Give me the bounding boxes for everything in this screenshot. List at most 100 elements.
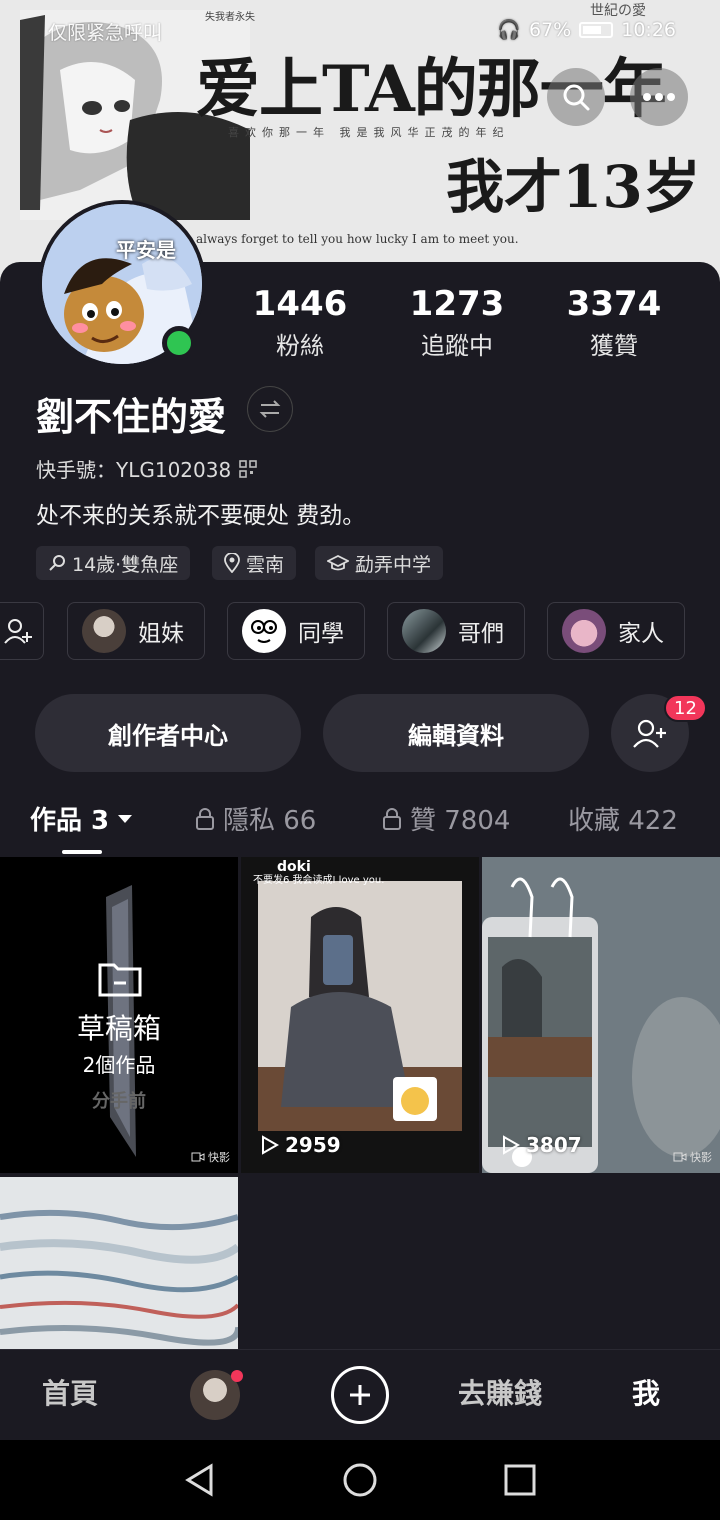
likes-stat[interactable]: 3374 獲贊 [554,284,674,361]
kuaishou-id-text: 快手號：YLG102038 [36,458,232,482]
clock: 10:26 [621,18,676,41]
play-icon [262,1135,279,1155]
cover-subline: 喜欢你那一年 我是我风华正茂的年纪 [228,126,510,139]
group-chip-sisters[interactable]: 姐妹 [67,602,205,660]
creator-center-button[interactable]: 創作者中心 [35,694,301,772]
recents-square-icon[interactable] [504,1464,536,1496]
home-circle-icon[interactable] [342,1462,378,1498]
battery-percent: 67% [529,18,572,41]
profile-name: 劉不住的愛 [36,395,227,439]
group-label: 姐妹 [138,621,184,647]
create-post-button[interactable] [331,1366,389,1424]
tag-location[interactable]: 雲南 [212,546,297,580]
swap-arrows-icon [259,400,281,418]
qr-code-icon [239,459,258,478]
tag-age-zodiac-label: 14歲·雙魚座 [72,553,179,576]
play-icon [503,1135,520,1155]
group-avatar [562,609,606,653]
following-stat[interactable]: 1273 追蹤中 [397,284,517,361]
kuaishou-id[interactable]: 快手號：YLG102038 [36,454,258,483]
avatar-caption: 平安是 [116,238,176,262]
video-camera-icon [673,1152,687,1162]
group-chip-family[interactable]: 家人 [547,602,685,660]
headphone-icon: 🎧 [497,19,521,41]
gender-icon [49,555,65,571]
video-post-3[interactable] [0,1177,238,1349]
post-3-thumbnail [0,1177,238,1349]
tag-age-zodiac[interactable]: 14歲·雙魚座 [36,546,191,580]
kuaiying-watermark: 快影 [673,1149,712,1165]
tag-location-label: 雲南 [246,553,285,576]
post-2-thumbnail [482,857,720,1173]
group-avatar [82,609,126,653]
group-label: 哥們 [458,621,504,647]
tag-school[interactable]: 勐弄中学 [315,546,444,580]
location-pin-icon [224,553,240,573]
post-2-view-count: 3807 [502,1133,582,1157]
followers-stat[interactable]: 1446 粉絲 [240,284,360,361]
video-post-1[interactable]: doki 不要发6 我会读成I love you. 2959 [241,857,479,1173]
carrier-text: 仅限紧急呼叫 [48,22,163,44]
add-person-icon [4,619,32,644]
switch-account-button[interactable] [247,386,293,432]
back-icon[interactable] [183,1463,217,1497]
bio-text: 处不来的关系就不要硬处 费劲。 [36,503,366,529]
watermark-text: 快影 [208,1151,230,1164]
battery-icon [579,21,614,38]
cover-motto: always forget to tell you how lucky I am… [196,232,519,246]
post-1-overlay-caption: 不要发6 我会读成I love you. [253,875,385,886]
group-label: 家人 [618,621,664,647]
more-button[interactable] [630,68,688,126]
online-status-dot [162,326,196,360]
drafts-box[interactable]: 草稿箱 2個作品 分手前 快影 [0,857,238,1173]
drafts-title: 草稿箱 [76,1012,161,1045]
edit-profile-button[interactable]: 編輯資料 [323,694,589,772]
post-2-views: 3807 [526,1133,582,1157]
tab-private[interactable]: 隱私 66 [195,800,316,837]
likes-count: 3374 [566,284,662,324]
video-camera-icon [191,1152,205,1162]
tab-works-label: 作品 3 [30,806,110,836]
tab-liked[interactable]: 贊 7804 [382,800,510,837]
status-bar: 仅限紧急呼叫 🎧 67% 10:26 [0,0,720,56]
nav-me[interactable]: 我 [632,1372,660,1412]
drafts-count: 2個作品 [82,1053,156,1077]
graduation-cap-icon [327,554,349,571]
group-label: 同學 [298,621,344,647]
add-friend-icon [633,719,666,748]
tab-works[interactable]: 作品 3 [30,800,133,837]
nav-earn[interactable]: 去賺錢 [458,1372,542,1412]
nav-home[interactable]: 首頁 [42,1372,98,1412]
group-avatar [402,609,446,653]
tab-favorites[interactable]: 收藏 422 [568,800,678,837]
tag-school-label: 勐弄中学 [355,553,432,576]
folder-icon [98,963,142,997]
group-avatar [242,609,286,653]
followers-count: 1446 [252,284,348,324]
kuaiying-watermark: 快影 [191,1149,230,1165]
plus-icon [350,1385,370,1405]
post-1-thumbnail [241,857,479,1173]
post-1-views: 2959 [285,1133,341,1157]
tab-liked-label: 贊 7804 [410,806,511,836]
watermark-text: 快影 [690,1151,712,1164]
friend-request-badge: 12 [664,694,707,722]
drafts-caption: 分手前 [92,1091,146,1112]
search-button[interactable] [547,68,605,126]
group-chip-brothers[interactable]: 哥們 [387,602,525,660]
chevron-down-icon [118,814,133,823]
system-navigation-bar [0,1440,720,1520]
tab-favorites-label: 收藏 422 [568,806,678,836]
following-count: 1273 [409,284,505,324]
tab-private-label: 隱私 66 [223,806,317,836]
post-1-view-count: 2959 [261,1133,341,1157]
group-chip-classmates[interactable]: 同學 [227,602,365,660]
likes-label: 獲贊 [590,332,638,360]
lock-icon [196,807,214,830]
followers-label: 粉絲 [276,332,324,360]
more-dots-icon [643,93,675,101]
search-icon [563,84,590,111]
video-post-2[interactable]: 3807 快影 [482,857,720,1173]
lock-icon [383,807,401,830]
add-group-button[interactable] [0,602,44,660]
